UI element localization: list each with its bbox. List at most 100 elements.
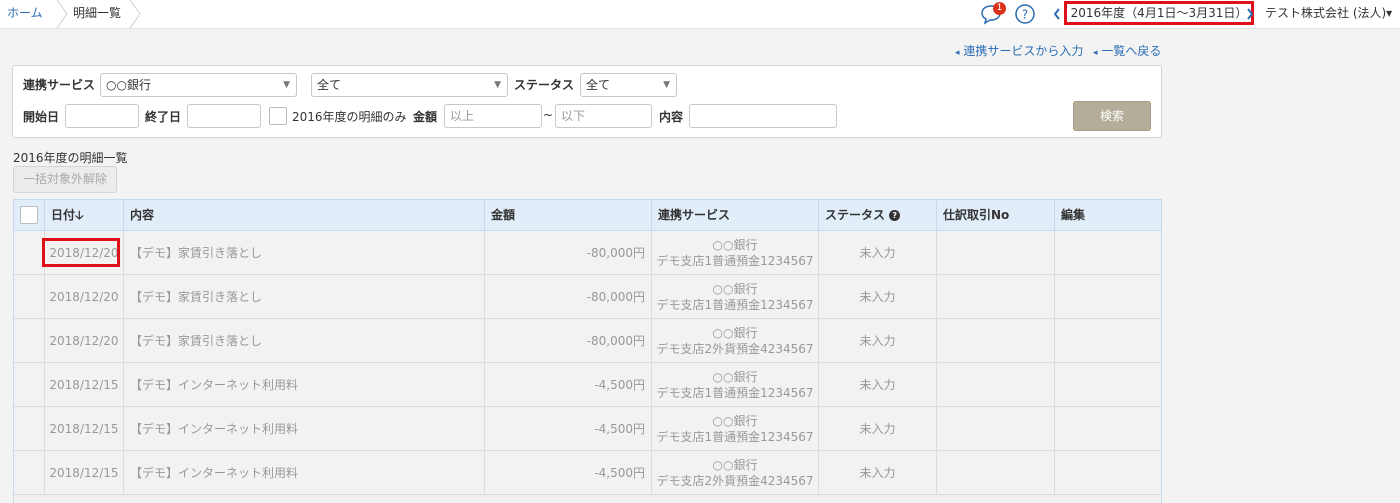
content-cell: 【デモ】インターネット利用料: [123, 363, 484, 407]
service-cell: ○○銀行 デモ支店1普通預金1234567: [651, 407, 818, 451]
fiscal-year-only-checkbox[interactable]: [269, 107, 287, 125]
date-cell: 2018/12/15: [44, 451, 123, 495]
date-text: 2018/12/15: [49, 378, 119, 392]
start-date-label: 開始日: [23, 110, 60, 124]
date-cell: 2018/12/15: [44, 407, 123, 451]
link-arrow-icon: ◂: [955, 48, 960, 58]
fiscal-year-selector[interactable]: 2016年度（4月1日〜3月31日）: [1064, 1, 1254, 25]
status-cell: 未入力: [818, 407, 936, 451]
transactions-table: 日付🡣 内容 金額 連携サービス ステータス ? 仕訳取引No 編集 2018/…: [13, 199, 1162, 503]
row-checkbox-cell: [14, 319, 44, 363]
header-edit: 編集: [1054, 200, 1161, 231]
import-from-service-link[interactable]: ◂ 連携サービスから入力: [955, 42, 1083, 59]
notification-badge: 1: [993, 2, 1006, 15]
service-select[interactable]: ○○銀行 ▼: [100, 73, 297, 97]
status-select[interactable]: 全て ▼: [580, 73, 677, 97]
range-tilde: ~: [543, 108, 554, 122]
amount-text: -4,500円: [594, 378, 645, 392]
table-row[interactable]: 2018/12/15 【デモ】インターネット利用料 -4,500円 ○○銀行 デモ支店1…: [14, 363, 1161, 407]
status-text: 未入力: [859, 334, 896, 348]
help-circle-icon[interactable]: ?: [889, 210, 901, 221]
amount-text: -80,000円: [586, 246, 645, 260]
edit-cell: [1054, 407, 1161, 451]
end-date-label: 終了日: [145, 110, 182, 124]
back-to-list-link[interactable]: ◂ 一覧へ戻る: [1093, 42, 1161, 59]
amount-cell: -4,500円: [484, 363, 651, 407]
breadcrumb-separator-icon: [56, 0, 68, 28]
content-text: 【デモ】家賃引き落とし: [130, 290, 263, 304]
journal-no-cell: [936, 319, 1054, 363]
status-cell: 未入力: [818, 363, 936, 407]
date-cell: 2018/12/15: [44, 363, 123, 407]
amount-min-input[interactable]: 以上: [444, 104, 542, 128]
edit-cell: [1054, 231, 1161, 275]
content-text: 【デモ】インターネット利用料: [130, 422, 299, 436]
breadcrumb-separator-icon: [129, 0, 141, 28]
table-row[interactable]: 2018/12/15 【デモ】インターネット利用料 -4,500円 ○○銀行 デモ支店1…: [14, 407, 1161, 451]
service-cell: ○○銀行 デモ支店1普通預金1234567: [651, 231, 818, 275]
dropdown-arrow-icon: ▼: [283, 80, 290, 90]
edit-cell: [1054, 451, 1161, 495]
header-date[interactable]: 日付🡣: [44, 200, 123, 231]
status-text: 未入力: [859, 466, 896, 480]
service-account: デモ支店1普通預金1234567: [656, 430, 814, 444]
select-all-checkbox[interactable]: [20, 206, 38, 224]
list-title: 2016年度の明細一覧: [13, 151, 128, 165]
edit-cell: [1054, 275, 1161, 319]
start-date-input[interactable]: [65, 104, 139, 128]
breadcrumb-home-link[interactable]: ホーム: [7, 0, 43, 28]
service-bank: ○○銀行: [712, 282, 758, 296]
sort-desc-icon: 🡣: [75, 208, 84, 222]
row-checkbox-cell: [14, 363, 44, 407]
company-menu[interactable]: テスト株式会社 (法人)▾: [1265, 0, 1392, 28]
date-highlight-box: [42, 238, 120, 267]
content-cell: 【デモ】家賃引き落とし: [123, 231, 484, 275]
table-header: 日付🡣 内容 金額 連携サービス ステータス ? 仕訳取引No 編集: [14, 200, 1161, 231]
amount-max-input[interactable]: 以下: [555, 104, 652, 128]
dropdown-arrow-icon: ▼: [494, 80, 501, 90]
top-bar: ホーム 明細一覧 1 ? 2016年度（4月1日〜3月31日） テスト株式会社 …: [0, 0, 1400, 29]
date-text: 2018/12/15: [49, 466, 119, 480]
search-button[interactable]: 検索: [1073, 101, 1151, 131]
amount-cell: -4,500円: [484, 407, 651, 451]
table-row[interactable]: 2018/12/20 【デモ】家賃引き落とし -80,000円 ○○銀行 デモ支店1普通…: [14, 275, 1161, 319]
dropdown-arrow-icon: ▼: [663, 80, 670, 90]
help-icon[interactable]: ?: [1014, 3, 1036, 25]
edit-cell: [1054, 319, 1161, 363]
service-bank: ○○銀行: [712, 370, 758, 384]
date-text: 2018/12/20: [49, 334, 119, 348]
date-cell: 2018/12/20: [44, 319, 123, 363]
content-text: 【デモ】インターネット利用料: [130, 466, 299, 480]
content-text: 【デモ】インターネット利用料: [130, 378, 299, 392]
content-input[interactable]: [689, 104, 837, 128]
table-row[interactable]: 2018/12/20 【デモ】家賃引き落とし -80,000円 ○○銀行デモ支店2外貨…: [14, 319, 1161, 363]
end-date-input[interactable]: [187, 104, 261, 128]
previous-year-icon[interactable]: [1053, 8, 1061, 20]
amount-cell: -80,000円: [484, 275, 651, 319]
content-cell: 【デモ】インターネット利用料: [123, 451, 484, 495]
status-cell: 未入力: [818, 451, 936, 495]
account-select[interactable]: 全て ▼: [311, 73, 508, 97]
content-label: 内容: [659, 110, 684, 124]
content-cell: 【デモ】家賃引き落とし: [123, 275, 484, 319]
content-cell: 【デモ】家賃引き落とし: [123, 319, 484, 363]
breadcrumb-current: 明細一覧: [73, 6, 122, 20]
row-checkbox-cell: [14, 407, 44, 451]
header-content: 内容: [123, 200, 484, 231]
service-cell: ○○銀行デモ支店2外貨預金4234567: [651, 319, 818, 363]
amount-text: -80,000円: [586, 334, 645, 348]
journal-no-cell: [936, 275, 1054, 319]
service-account: デモ支店2外貨預金4234567: [656, 342, 814, 356]
amount-cell: -80,000円: [484, 231, 651, 275]
service-bank: ○○銀行: [712, 326, 758, 340]
status-cell: 未入力: [818, 319, 936, 363]
bulk-unexclude-button[interactable]: 一括対象外解除: [13, 166, 117, 193]
table-row[interactable]: 2018/12/20 【デモ】家賃引き落とし -80,000円 ○○銀行 デモ支店1普通…: [14, 231, 1161, 275]
link-arrow-icon: ◂: [1093, 48, 1098, 58]
svg-text:?: ?: [1022, 8, 1028, 22]
amount-cell: -4,500円: [484, 451, 651, 495]
service-label: 連携サービス: [23, 78, 96, 92]
table-row[interactable]: 2018/12/15 【デモ】インターネット利用料 -4,500円 ○○銀行 デモ支店2…: [14, 451, 1161, 495]
amount-text: -80,000円: [586, 290, 645, 304]
next-year-icon[interactable]: [1246, 8, 1254, 20]
